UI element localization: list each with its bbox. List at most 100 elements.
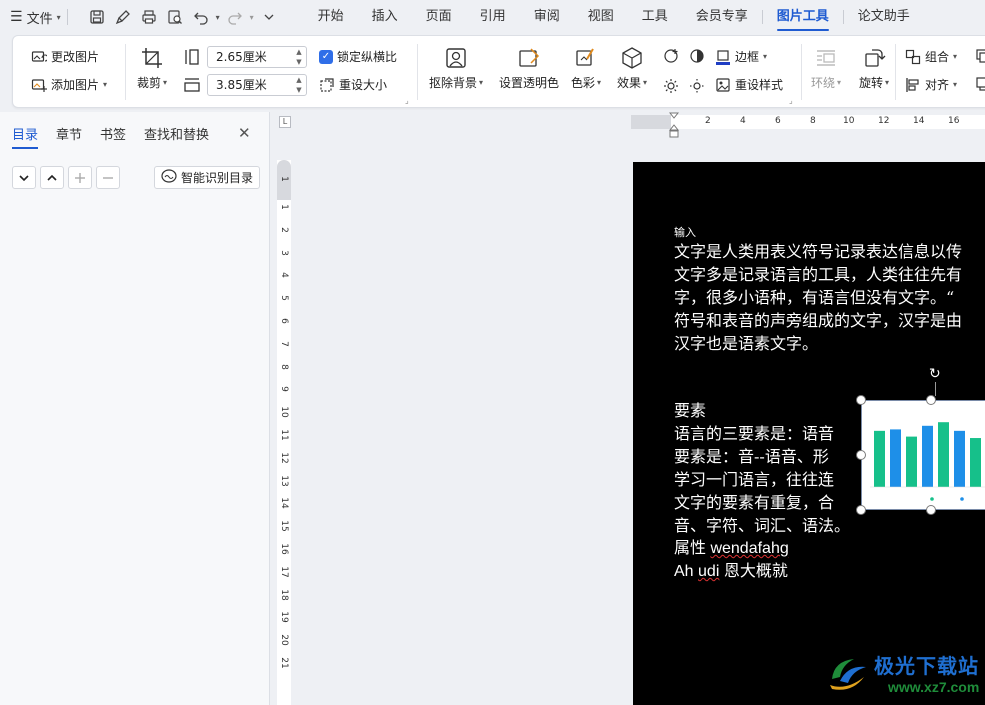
undo-icon[interactable] [190,6,212,28]
remove-heading-button[interactable] [96,166,120,189]
decrease-contrast-icon[interactable] [689,48,705,64]
hamburger-icon: ☰ [10,9,23,25]
text-line: 字，很多小语种，有语言但没有文字。“ [674,288,955,307]
chevron-down-icon: ▾ [597,78,602,87]
picture-tools-ribbon: 更改图片 添加图片 ▾ 裁剪 ▾ 2.65厘米 ▲ ▼ 3.85厘米 ▲ ▼ ✓ 锁定… [12,35,985,108]
tab-page[interactable]: 页面 [412,0,466,34]
remove-background-button[interactable]: 抠除背景 ▾ [429,46,483,91]
divider [125,44,126,100]
chevron-down-icon[interactable]: ▾ [216,13,220,22]
width-stepper[interactable]: ▲ ▼ [294,48,304,66]
ruler-tick: 11 [279,429,289,441]
smart-toc-label: 智能识别目录 [181,171,254,185]
resize-handle[interactable] [856,450,866,460]
tab-tools[interactable]: 工具 [628,0,682,34]
chevron-down-icon[interactable]: ▾ [250,13,254,22]
redo-icon[interactable] [224,6,246,28]
tab-insert[interactable]: 插入 [358,0,412,34]
reset-size-button[interactable]: 重设大小 [319,76,387,93]
reset-style-button[interactable]: 重设样式 [715,76,783,93]
ruler-tick: 8 [279,363,289,370]
resize-handle[interactable] [926,395,936,405]
resize-handle[interactable] [926,505,936,515]
horizontal-ruler[interactable]: 2 4 6 8 10 12 14 16 [631,115,985,129]
chart-legend-swatch [960,497,964,501]
print-icon[interactable] [138,6,160,28]
change-picture-icon [31,49,47,65]
tab-chapters[interactable]: 章节 [56,124,82,143]
more-chevron-icon[interactable] [258,6,280,28]
crop-icon [140,46,164,70]
width-field[interactable]: 2.65厘米 ▲ ▼ [207,46,307,68]
increase-brightness-icon[interactable] [663,78,679,94]
tab-find-replace[interactable]: 查找和替换 [144,124,209,143]
remove-background-label: 抠除背景 [429,76,478,90]
indent-marker[interactable] [668,112,680,141]
ruler-tick: 3 [279,249,289,256]
document-area: L 2 4 6 8 10 12 14 16 1 1 2 3 4 5 6 7 8 9 10 11 12 13… [271,112,985,705]
close-icon[interactable]: ✕ [238,124,251,142]
file-menu[interactable]: ☰ 文件 ▾ [10,8,61,27]
set-transparent-button[interactable]: 设置透明色 [499,46,559,91]
print-preview-icon[interactable] [164,6,186,28]
add-picture-button[interactable]: 添加图片 ▾ [31,76,107,93]
tab-review[interactable]: 审阅 [520,0,574,34]
color-button[interactable]: 色彩 ▾ [571,46,601,91]
collapse-up-button[interactable] [40,166,64,189]
width-value: 2.65厘米 [216,50,267,64]
tab-view[interactable]: 视图 [574,0,628,34]
crop-button[interactable]: 裁剪 ▾ [137,46,167,91]
quick-access-toolbar: ▾ ▾ [86,6,280,28]
height-field[interactable]: 3.85厘米 ▲ ▼ [207,74,307,96]
dialog-launcher-icon[interactable]: ⌟ [789,96,793,105]
bring-forward-icon[interactable] [975,48,985,64]
vertical-ruler[interactable]: 1 1 2 3 4 5 6 7 8 9 10 11 12 13 14 15 16 17 18 19 20 21 [277,160,291,705]
tab-bookmarks[interactable]: 书签 [100,124,126,143]
dialog-launcher-icon[interactable]: ⌟ [405,96,409,105]
rotate-handle-icon[interactable]: ↻ [929,366,941,382]
height-stepper[interactable]: ▲ ▼ [294,76,304,94]
reset-style-label: 重设样式 [735,78,784,92]
divider [66,9,68,25]
decrease-brightness-icon[interactable] [689,78,705,94]
border-button[interactable]: 边框 ▾ [715,48,767,65]
send-backward-icon[interactable] [975,76,985,92]
resize-handle[interactable] [856,505,866,515]
resize-handle[interactable] [856,395,866,405]
document-page[interactable]: 输入 文字是人类用表义符号记录表达信息以传 文字多是记录语言的工具，人类往往先有… [633,162,985,705]
add-heading-button[interactable] [68,166,92,189]
rotate-button[interactable]: 旋转 ▾ [859,46,889,91]
smart-toc-button[interactable]: 智能识别目录 [154,166,261,189]
smart-toc-icon [161,169,177,186]
chevron-down-icon: ▾ [479,78,484,87]
save-icon[interactable] [86,6,108,28]
ruler-tick: 14 [913,116,925,126]
tab-toc[interactable]: 目录 [12,124,39,149]
selected-image[interactable]: ↻ [856,366,985,515]
align-button[interactable]: 对齐 ▾ [905,76,957,93]
file-menu-label: 文件 [26,11,53,27]
effects-button[interactable]: 效果 ▾ [617,46,647,91]
tab-member[interactable]: 会员专享 [682,0,762,34]
increase-contrast-icon[interactable] [663,48,679,64]
ruler-tick: 5 [279,295,289,302]
ruler-tick: 2 [279,226,289,233]
brush-icon[interactable] [112,6,134,28]
tab-stop-selector[interactable]: L [279,116,291,128]
tab-home[interactable]: 开始 [304,0,358,34]
toc-toolbar [12,166,120,189]
group-button[interactable]: 组合 ▾ [905,48,957,65]
tab-references[interactable]: 引用 [466,0,520,34]
change-picture-button[interactable]: 更改图片 [31,48,99,65]
chart-bar [874,430,885,487]
lock-ratio-label: 锁定纵横比 [337,50,398,64]
lock-ratio-checkbox[interactable]: ✓ 锁定纵横比 [319,48,397,65]
paragraph: 文字是人类用表义符号记录表达信息以传 文字多是记录语言的工具，人类往往先有 字，… [674,240,985,355]
tab-paper-assistant[interactable]: 论文助手 [844,0,924,34]
tab-picture-tools[interactable]: 图片工具 [763,0,843,34]
wrap-button[interactable]: 环绕 ▾ [811,46,841,91]
text-line: 符号和表音的声旁组成的文字，汉字是由 [674,311,963,330]
ruler-tick: 19 [279,611,289,624]
expand-down-button[interactable] [12,166,36,189]
divider [801,44,802,100]
